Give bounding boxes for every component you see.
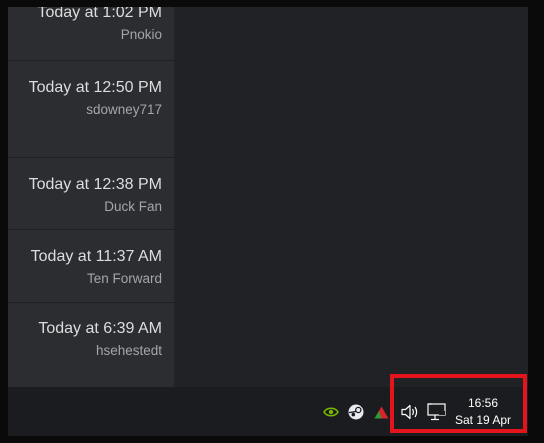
item-author: Ten Forward <box>86 271 162 286</box>
triangle-app-icon[interactable] <box>373 405 389 419</box>
item-author: hsehestedt <box>95 343 162 358</box>
steam-icon[interactable] <box>347 403 365 421</box>
list-item[interactable]: Today at 11:37 AM Ten Forward <box>8 231 175 303</box>
list-item[interactable]: Today at 6:39 AM hsehestedt <box>8 304 175 387</box>
list-item[interactable]: Today at 12:38 PM Duck Fan <box>8 159 175 230</box>
item-timestamp: Today at 11:37 AM <box>30 248 162 265</box>
taskbar: 16:56 Sat 19 Apr <box>8 374 528 436</box>
item-timestamp: Today at 12:50 PM <box>28 79 162 96</box>
list-item[interactable]: Today at 1:02 PM Pnokio <box>8 7 175 61</box>
nvidia-icon[interactable] <box>322 405 340 419</box>
highlight-box <box>390 374 527 433</box>
list-item[interactable]: Today at 12:50 PM sdowney717 <box>8 62 175 158</box>
item-timestamp: Today at 6:39 AM <box>38 320 162 337</box>
item-timestamp: Today at 1:02 PM <box>37 7 162 21</box>
notification-list: Today at 1:02 PM Pnokio Today at 12:50 P… <box>8 7 175 387</box>
item-author: Duck Fan <box>104 199 162 214</box>
item-author: Pnokio <box>120 27 162 42</box>
main-panel <box>176 7 528 387</box>
item-timestamp: Today at 12:38 PM <box>28 176 162 193</box>
screenshot-frame: Today at 1:02 PM Pnokio Today at 12:50 P… <box>8 7 528 436</box>
item-author: sdowney717 <box>86 102 162 117</box>
